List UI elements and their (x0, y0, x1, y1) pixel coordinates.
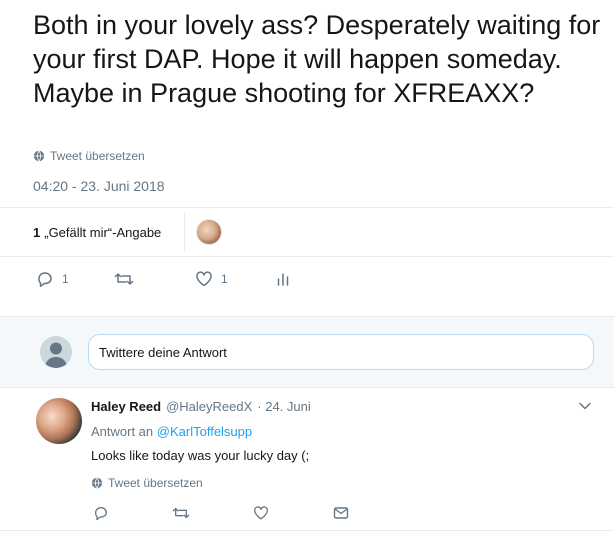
reply-message-button[interactable] (333, 505, 349, 521)
reply-count: 1 (62, 272, 69, 286)
default-avatar-icon (45, 342, 67, 368)
translate-tweet-link[interactable]: Tweet übersetzen (33, 149, 145, 163)
reply-author-name[interactable]: Haley Reed (91, 399, 161, 414)
reply-header: Haley Reed @HaleyReedX · 24. Juni (91, 399, 311, 414)
reply-context: Antwort an @KarlToffelsupp (91, 424, 252, 439)
heart-icon (254, 506, 268, 520)
divider (0, 207, 614, 208)
reply-to-mention[interactable]: @KarlToffelsupp (157, 424, 252, 439)
globe-icon (91, 477, 103, 489)
reply-action-button[interactable]: 1 (36, 270, 69, 288)
reply-translate-label: Tweet übersetzen (108, 476, 203, 490)
heart-icon (196, 271, 212, 287)
tweet-text: Both in your lovely ass? Desperately wai… (33, 10, 601, 108)
translate-tweet-label: Tweet übersetzen (50, 149, 145, 163)
like-count: 1 (221, 272, 228, 286)
direct-message-icon (333, 507, 349, 519)
reply-text: Looks like today was your lucky day (; (91, 448, 310, 463)
reply-date[interactable]: · 24. Juni (257, 399, 310, 414)
analytics-action-button[interactable] (276, 270, 290, 288)
reply-input[interactable] (88, 334, 594, 370)
reply-retweet-button[interactable] (172, 505, 190, 521)
reply-reply-button[interactable] (93, 505, 109, 521)
analytics-icon (277, 273, 289, 286)
reply-to-prefix: Antwort an (91, 424, 154, 439)
reply-icon (38, 272, 52, 288)
retweet-icon (114, 273, 134, 285)
tweet-timestamp[interactable]: 04:20 - 23. Juni 2018 (33, 178, 165, 194)
reply-author-avatar[interactable] (36, 398, 82, 444)
stats-divider (184, 212, 185, 252)
likes-label: „Gefällt mir“-Angabe (44, 224, 162, 240)
retweet-icon (172, 507, 190, 519)
reply-author-handle[interactable]: @HaleyReedX (166, 399, 252, 414)
chevron-down-icon[interactable] (578, 401, 592, 411)
reply-icon (94, 507, 107, 521)
liker-avatar[interactable] (196, 219, 222, 245)
reply-translate-link[interactable]: Tweet übersetzen (91, 476, 203, 490)
reply-like-button[interactable] (253, 505, 269, 521)
user-avatar[interactable] (40, 336, 72, 368)
like-action-button[interactable]: 1 (195, 270, 228, 288)
retweet-action-button[interactable] (114, 270, 134, 288)
globe-icon (33, 150, 45, 162)
divider (0, 530, 614, 531)
divider (0, 256, 614, 257)
likes-count: 1 (33, 224, 41, 240)
likes-stat[interactable]: 1 „Gefällt mir“-Angabe (33, 216, 161, 248)
